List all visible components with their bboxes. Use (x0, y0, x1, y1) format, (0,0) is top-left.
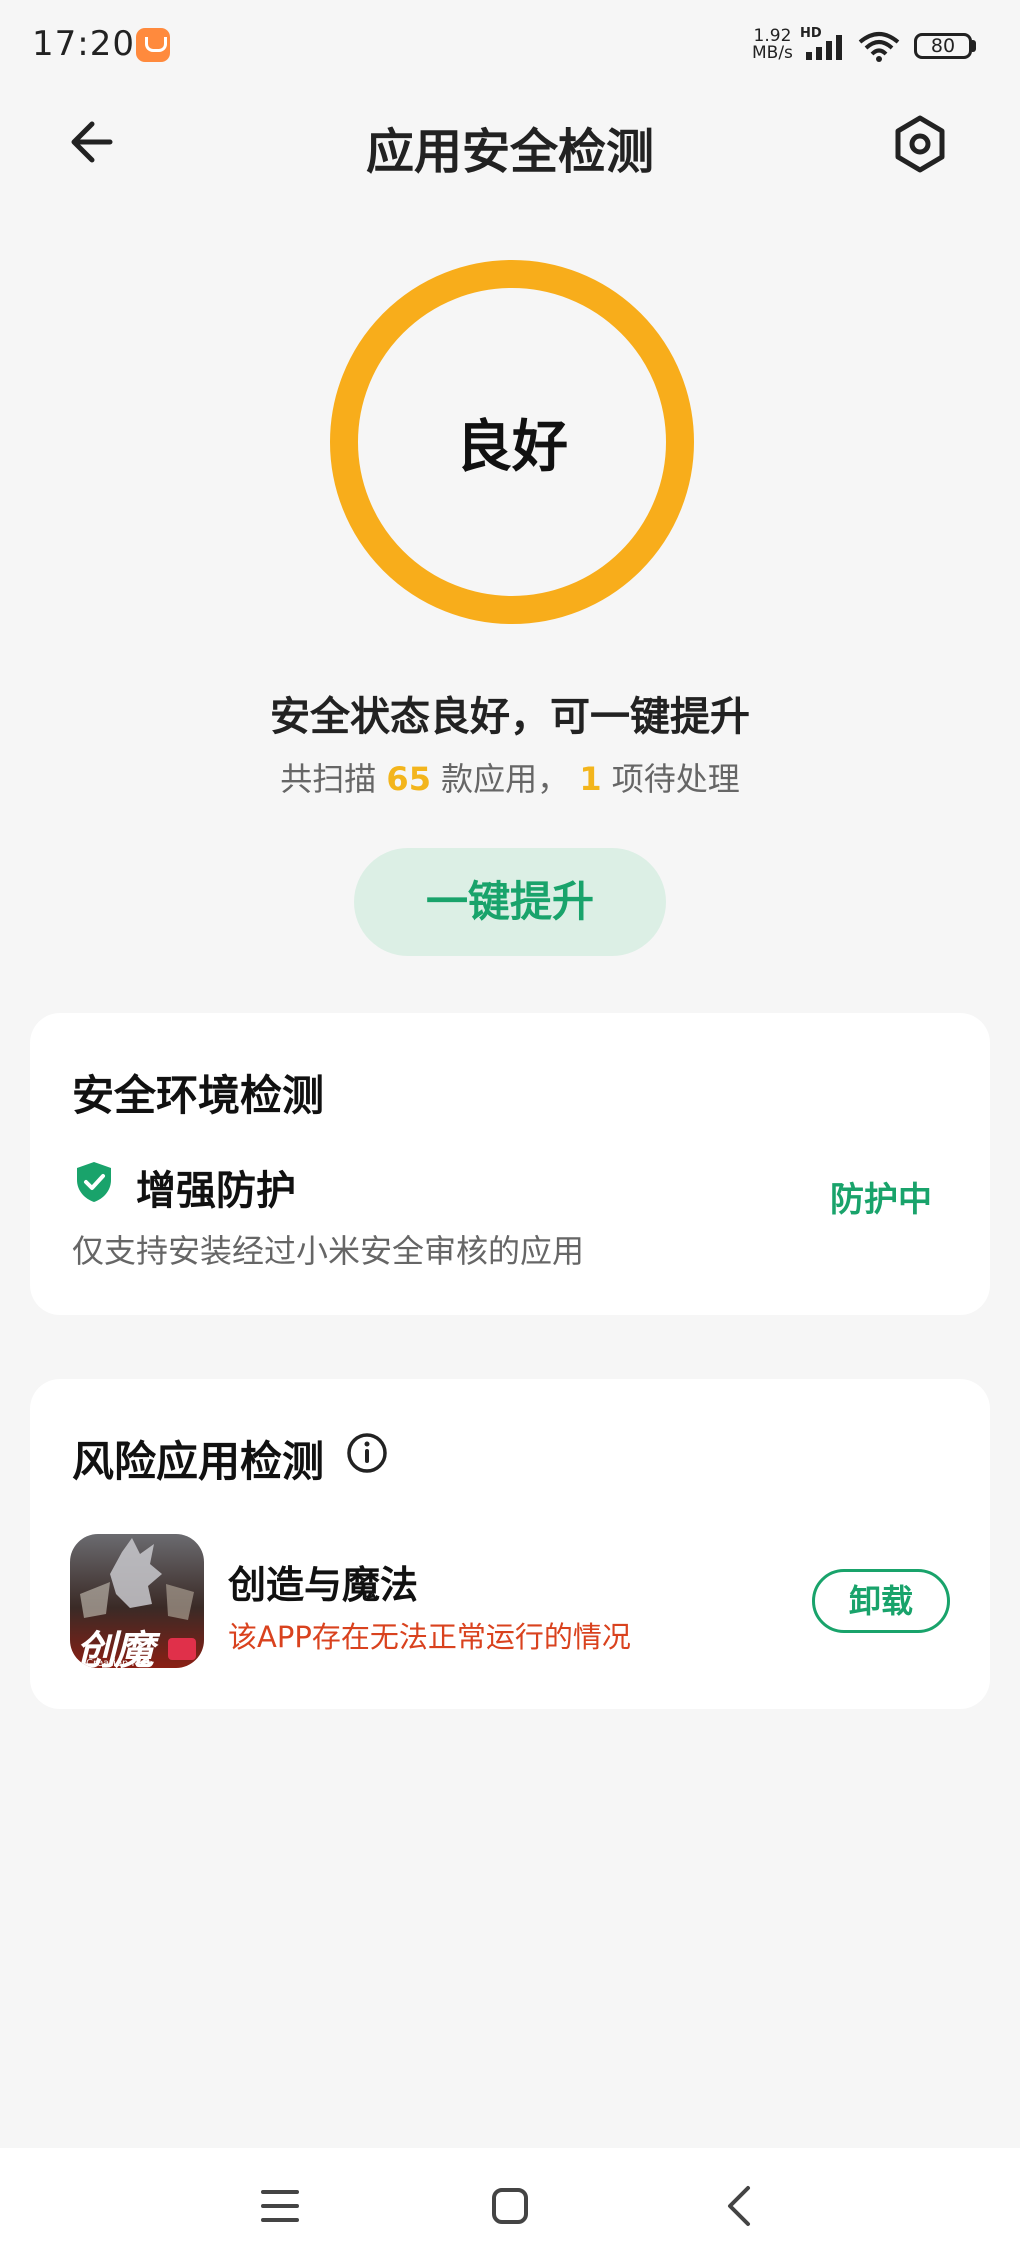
enhanced-protection-desc: 仅支持安装经过小米安全审核的应用 (72, 1232, 585, 1270)
settings-icon[interactable] (888, 112, 952, 176)
battery-indicator: 80 (914, 33, 972, 59)
info-icon[interactable] (346, 1432, 388, 1474)
risk-app-name: 创造与魔法 (228, 1563, 419, 1607)
scan-suffix: 项待处理 (611, 760, 740, 798)
one-click-boost-button[interactable]: 一键提升 (354, 848, 666, 956)
nav-back-icon[interactable] (722, 2184, 756, 2228)
menu-icon[interactable] (260, 2186, 300, 2226)
scan-summary: 共扫描 65 款应用， 1 项待处理 (0, 754, 1020, 800)
enhanced-protection-title: 增强防护 (136, 1168, 296, 1214)
protection-status[interactable]: 防护中 (830, 1172, 932, 1221)
scan-count: 65 (386, 760, 431, 798)
shopping-app-icon (136, 28, 170, 62)
app-icon-subtitle: Creation Ma (86, 1658, 147, 1668)
shield-check-icon (77, 1162, 111, 1202)
network-speed: 1.92 MB/s (752, 28, 793, 62)
uninstall-button[interactable]: 卸载 (812, 1569, 950, 1633)
environment-check-title: 安全环境检测 (72, 1071, 325, 1120)
page-title: 应用安全检测 (365, 124, 654, 180)
wifi-icon (858, 32, 900, 62)
risk-app-warning: 该APP存在无法正常运行的情况 (228, 1620, 631, 1654)
battery-tip (972, 40, 976, 52)
pending-count: 1 (579, 760, 602, 798)
scan-prefix: 共扫描 (280, 760, 377, 798)
status-headline: 安全状态良好，可一键提升 (270, 694, 750, 740)
signal-icon (806, 35, 842, 60)
app-icon[interactable]: 创魔 Creation Ma (70, 1534, 204, 1668)
status-time: 17:20 (32, 24, 135, 64)
network-speed-unit: MB/s (752, 43, 793, 63)
risk-app-title: 风险应用检测 (72, 1437, 325, 1486)
security-score-label: 良好 (456, 415, 568, 480)
scan-mid: 款应用， (441, 760, 570, 798)
home-icon[interactable] (490, 2186, 530, 2226)
